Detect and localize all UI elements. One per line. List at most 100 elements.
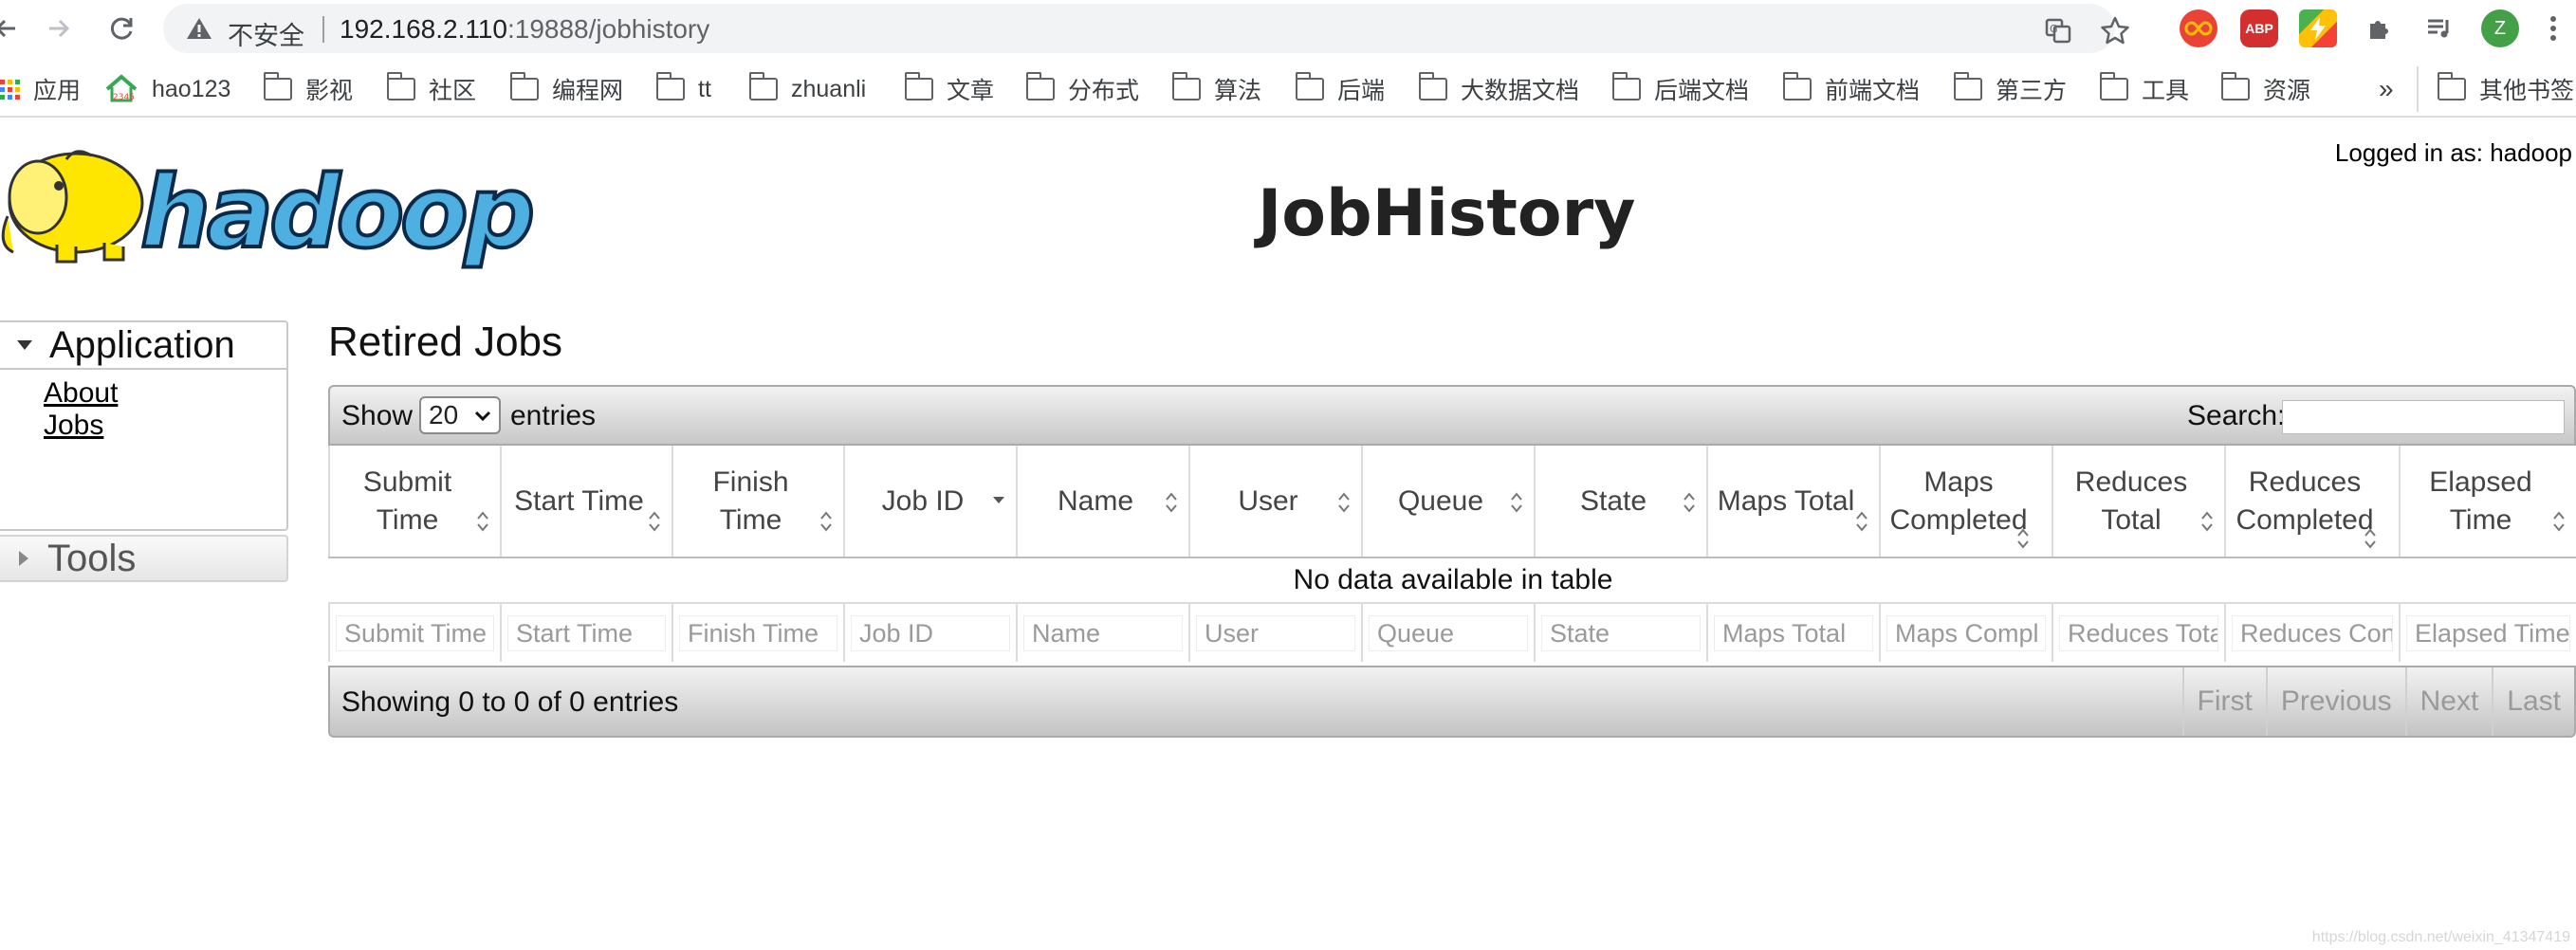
filter-input-reduces-completed[interactable]: Reduces Con [2232, 614, 2393, 651]
pager-last-button[interactable]: Last [2492, 667, 2574, 736]
warning-icon[interactable] [184, 13, 214, 44]
empty-message: No data available in table [329, 557, 2576, 604]
column-header-job-id[interactable]: Job ID [844, 446, 1018, 558]
page-length-select[interactable]: 20 [419, 396, 501, 434]
column-header-user[interactable]: User [1189, 446, 1363, 558]
bookmark-other-folder[interactable]: 其他书签 [2437, 72, 2575, 106]
bookmarks-overflow-button[interactable]: » [2379, 72, 2394, 106]
filter-input-state[interactable]: State [1541, 614, 1701, 651]
application-header[interactable]: Application [0, 322, 286, 370]
bookmark-folder[interactable]: 社区 [386, 72, 476, 106]
column-header-maps-completed[interactable]: Maps Completed [1880, 446, 2053, 558]
filter-input-maps-total[interactable]: Maps Total [1714, 614, 1873, 651]
infinity-extension-icon[interactable] [2180, 9, 2217, 47]
pager-next-button[interactable]: Next [2404, 667, 2493, 736]
bookmark-folder[interactable]: 后端文档 [1611, 72, 1750, 106]
bookmark-label: 其他书签 [2479, 78, 2575, 104]
bookmark-folder[interactable]: 文章 [904, 72, 994, 106]
sort-both-icon [649, 511, 660, 532]
column-header-state[interactable]: State [1535, 446, 1708, 558]
filter-input-reduces-total[interactable]: Reduces Tota [2059, 614, 2218, 651]
folder-icon [1418, 72, 1447, 100]
bookmark-hao123[interactable]: 2345 hao123 [104, 72, 230, 106]
reload-icon[interactable] [102, 9, 140, 47]
bookmark-label: 工具 [2142, 78, 2190, 104]
abp-extension-icon[interactable]: ABP [2240, 9, 2278, 47]
column-header-reduces-completed[interactable]: Reduces Completed [2225, 446, 2401, 558]
profile-avatar[interactable]: Z [2481, 9, 2519, 47]
bookmark-folder[interactable]: tt [655, 72, 711, 106]
column-label: Maps Completed [1889, 466, 2028, 536]
folder-icon [1171, 72, 1201, 100]
pager-first-button[interactable]: First [2181, 667, 2266, 736]
pager-previous-button[interactable]: Previous [2265, 667, 2405, 736]
bookmark-folder[interactable]: 工具 [2099, 72, 2190, 106]
filter-input-elapsed-time[interactable]: Elapsed Time [2406, 614, 2570, 651]
tools-nav-header[interactable]: Tools [0, 535, 288, 582]
section-title: Retired Jobs [328, 319, 563, 365]
collapse-triangle-icon [17, 340, 32, 350]
sort-both-icon [2017, 528, 2029, 549]
address-divider [322, 16, 324, 43]
security-label[interactable]: 不安全 [228, 15, 304, 52]
media-control-icon[interactable] [2420, 9, 2458, 47]
column-header-maps-total[interactable]: Maps Total [1707, 446, 1881, 558]
url-host: 192.168.2.110 [340, 14, 507, 44]
bookmark-label: 编程网 [552, 78, 624, 104]
filter-input-name[interactable]: Name [1023, 614, 1183, 651]
bookmark-apps[interactable]: 应用 [0, 72, 81, 106]
bookmark-folder[interactable]: 编程网 [509, 72, 624, 106]
filter-input-user[interactable]: User [1196, 614, 1355, 651]
expand-triangle-icon [19, 551, 28, 566]
menu-kebab-icon[interactable] [2542, 9, 2565, 47]
filter-cell: Maps Compl [1880, 602, 2053, 662]
column-header-finish-time[interactable]: Finish Time [672, 446, 845, 558]
bookmark-folder[interactable]: 第三方 [1953, 72, 2067, 106]
search-input[interactable] [2282, 400, 2565, 434]
bookmark-label: 后端文档 [1654, 78, 1750, 104]
address-bar[interactable]: 不安全 192.168.2.110:19888/jobhistory G [163, 4, 2129, 53]
nav-link-about[interactable]: About [44, 377, 286, 410]
url-text[interactable]: 192.168.2.110:19888/jobhistory [340, 14, 709, 45]
bookmark-folder[interactable]: 前端文档 [1782, 72, 1920, 106]
application-header-label: Application [49, 323, 235, 366]
back-icon[interactable] [0, 9, 25, 47]
column-header-queue[interactable]: Queue [1362, 446, 1536, 558]
hao123-icon: 2345 [105, 74, 138, 102]
entries-label: entries [510, 400, 597, 431]
lightning-extension-icon[interactable] [2299, 9, 2337, 47]
bookmark-folder[interactable]: 后端 [1295, 72, 1385, 106]
filter-input-job-id[interactable]: Job ID [851, 614, 1010, 651]
column-header-reduces-total[interactable]: Reduces Total [2052, 446, 2226, 558]
filter-input-submit-time[interactable]: Submit Time [336, 614, 494, 651]
column-header-start-time[interactable]: Start Time [501, 446, 673, 558]
search-label: Search: [2187, 400, 2286, 431]
filter-cell: State [1535, 602, 1708, 662]
bookmark-folder[interactable]: zhuanli [748, 72, 866, 106]
filter-input-maps-completed[interactable]: Maps Compl [1886, 614, 2046, 651]
overflow-chevron-icon: » [2379, 74, 2394, 103]
translate-icon[interactable]: G [2041, 13, 2075, 47]
bookmark-folder[interactable]: 大数据文档 [1418, 72, 1579, 106]
filter-input-finish-time[interactable]: Finish Time [679, 614, 837, 651]
sort-both-icon [1684, 492, 1695, 513]
profile-initial: Z [2493, 17, 2507, 39]
bookmark-folder[interactable]: 资源 [2220, 72, 2310, 106]
bookmark-folder[interactable]: 分布式 [1025, 72, 1139, 106]
bookmark-label: 算法 [1214, 78, 1262, 104]
sort-both-icon [820, 511, 832, 532]
filter-cell: Submit Time [328, 602, 502, 662]
extensions-puzzle-icon[interactable] [2360, 9, 2398, 47]
sort-desc-icon [993, 497, 1004, 503]
column-header-name[interactable]: Name [1017, 446, 1190, 558]
column-header-elapsed-time[interactable]: Elapsed Time [2400, 446, 2576, 558]
nav-link-jobs[interactable]: Jobs [44, 410, 286, 442]
bookmark-folder[interactable]: 影视 [263, 72, 353, 106]
forward-icon[interactable] [40, 9, 78, 47]
filter-input-start-time[interactable]: Start Time [507, 614, 666, 651]
bookmark-star-icon[interactable] [2098, 13, 2132, 47]
filter-input-queue[interactable]: Queue [1369, 614, 1528, 651]
column-header-submit-time[interactable]: Submit Time [328, 446, 502, 558]
folder-icon [1025, 72, 1055, 100]
bookmark-folder[interactable]: 算法 [1171, 72, 1262, 106]
